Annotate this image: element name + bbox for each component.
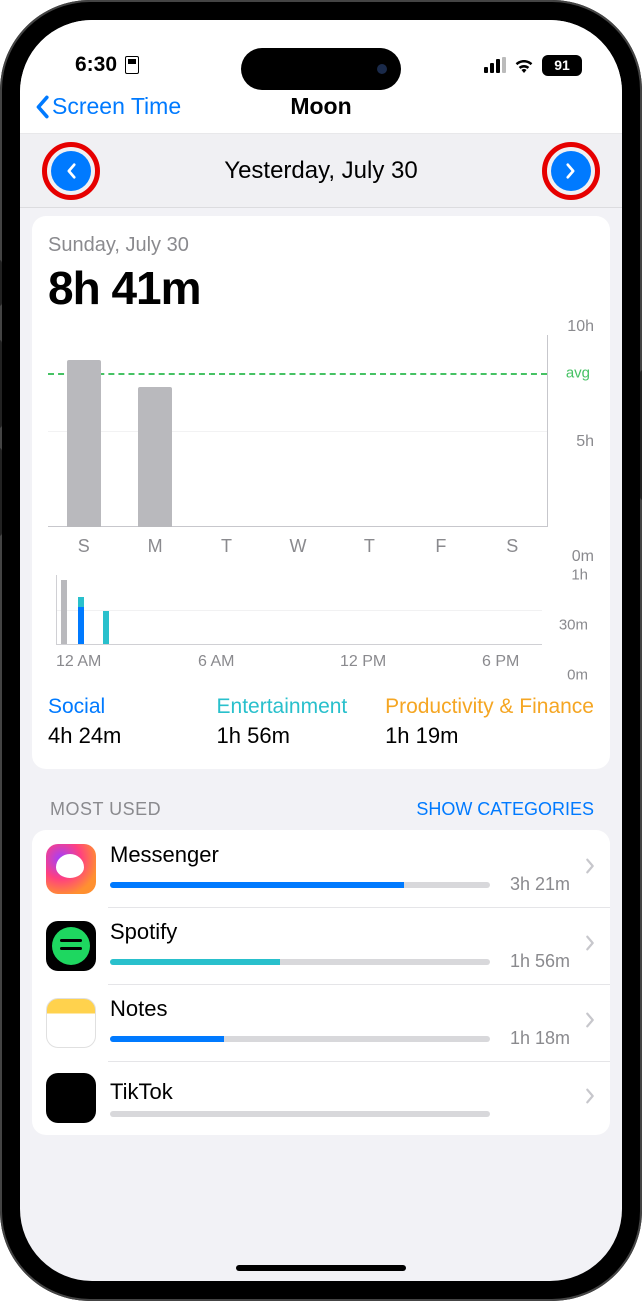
next-day-button[interactable] bbox=[551, 151, 591, 191]
app-icon bbox=[46, 1073, 96, 1123]
app-row[interactable]: Spotify 1h 56m bbox=[32, 907, 610, 984]
battery-indicator: 91 bbox=[542, 55, 582, 76]
silent-switch bbox=[0, 260, 2, 306]
chevron-left-icon bbox=[34, 95, 50, 119]
chevron-right-icon bbox=[584, 1011, 596, 1034]
summary-total: 8h 41m bbox=[48, 261, 594, 315]
week-chart-ytick: 5h bbox=[576, 433, 594, 451]
category-item[interactable]: Entertainment 1h 56m bbox=[217, 695, 366, 749]
app-time: 1h 56m bbox=[506, 951, 570, 972]
app-name: Messenger bbox=[110, 842, 570, 868]
hour-chart-ytick: 30m bbox=[559, 617, 588, 634]
hour-chart-xtick: 6 PM bbox=[482, 653, 542, 671]
week-chart-xtick: T bbox=[191, 536, 262, 557]
summary-card: Sunday, July 30 8h 41m SMTWTFS 10h5h0mav… bbox=[32, 216, 610, 769]
annotation-highlight-prev bbox=[42, 142, 100, 200]
sim-icon bbox=[125, 56, 139, 74]
app-time: 3h 21m bbox=[506, 874, 570, 895]
week-chart-avg-label: avg bbox=[566, 365, 590, 382]
week-chart-xtick: M bbox=[119, 536, 190, 557]
chevron-left-icon bbox=[65, 162, 78, 180]
category-time: 1h 19m bbox=[385, 723, 594, 749]
app-icon bbox=[46, 921, 96, 971]
wifi-icon bbox=[514, 58, 534, 73]
hour-chart-xtick: 12 PM bbox=[340, 653, 400, 671]
category-name: Entertainment bbox=[217, 695, 366, 719]
scroll-content[interactable]: Sunday, July 30 8h 41m SMTWTFS 10h5h0mav… bbox=[20, 208, 622, 1281]
app-time: 1h 18m bbox=[506, 1028, 570, 1049]
category-item[interactable]: Productivity & Finance 1h 19m bbox=[385, 695, 594, 749]
hour-chart-ytick: 1h bbox=[571, 567, 588, 584]
week-usage-chart[interactable]: SMTWTFS 10h5h0mavg bbox=[48, 327, 594, 557]
category-time: 1h 56m bbox=[217, 723, 366, 749]
week-chart-bar[interactable] bbox=[138, 387, 172, 527]
app-name: Notes bbox=[110, 996, 570, 1022]
most-used-label: MOST USED bbox=[50, 799, 161, 820]
chevron-right-icon bbox=[584, 857, 596, 880]
week-chart-xtick: F bbox=[405, 536, 476, 557]
chevron-right-icon bbox=[564, 162, 577, 180]
cellular-signal-icon bbox=[484, 57, 506, 73]
screen: 6:30 91 Screen Time Moon bbox=[20, 20, 622, 1281]
back-button[interactable]: Screen Time bbox=[34, 93, 181, 120]
category-name: Productivity & Finance bbox=[385, 695, 594, 719]
category-name: Social bbox=[48, 695, 197, 719]
battery-percent: 91 bbox=[554, 57, 570, 73]
week-chart-xtick: W bbox=[262, 536, 333, 557]
hourly-usage-chart[interactable]: 12 AM6 AM12 PM6 PM 1h30m0m bbox=[48, 575, 594, 675]
selected-date-label: Yesterday, July 30 bbox=[224, 157, 417, 185]
app-row[interactable]: Messenger 3h 21m bbox=[32, 830, 610, 907]
volume-up-button bbox=[0, 340, 2, 428]
category-time: 4h 24m bbox=[48, 723, 197, 749]
hour-chart-xtick: 6 AM bbox=[198, 653, 258, 671]
week-chart-xtick: S bbox=[48, 536, 119, 557]
app-usage-bar bbox=[110, 1036, 490, 1042]
week-chart-ytick: 0m bbox=[572, 548, 594, 566]
date-selector: Yesterday, July 30 bbox=[20, 134, 622, 208]
volume-down-button bbox=[0, 448, 2, 536]
chevron-right-icon bbox=[584, 1087, 596, 1110]
page-title: Moon bbox=[290, 93, 351, 120]
app-icon bbox=[46, 998, 96, 1048]
hour-chart-ytick: 0m bbox=[567, 667, 588, 684]
prev-day-button[interactable] bbox=[51, 151, 91, 191]
app-row[interactable]: Notes 1h 18m bbox=[32, 984, 610, 1061]
app-icon bbox=[46, 844, 96, 894]
dynamic-island bbox=[241, 48, 401, 90]
annotation-highlight-next bbox=[542, 142, 600, 200]
hour-chart-bar[interactable] bbox=[78, 597, 84, 644]
category-summary: Social 4h 24m Entertainment 1h 56m Productiv… bbox=[48, 695, 594, 749]
app-name: Spotify bbox=[110, 919, 570, 945]
status-time: 6:30 bbox=[75, 53, 117, 77]
show-categories-button[interactable]: SHOW CATEGORIES bbox=[416, 799, 594, 820]
app-row[interactable]: TikTok bbox=[32, 1061, 610, 1135]
most-used-header: MOST USED SHOW CATEGORIES bbox=[20, 789, 622, 830]
week-chart-xtick: S bbox=[477, 536, 548, 557]
chevron-right-icon bbox=[584, 934, 596, 957]
home-indicator[interactable] bbox=[236, 1265, 406, 1271]
app-usage-bar bbox=[110, 1111, 490, 1117]
app-usage-bar bbox=[110, 882, 490, 888]
week-chart-xtick: T bbox=[334, 536, 405, 557]
hour-chart-bar[interactable] bbox=[61, 580, 67, 644]
device-frame: 6:30 91 Screen Time Moon bbox=[0, 0, 642, 1301]
summary-date: Sunday, July 30 bbox=[48, 234, 594, 257]
hour-chart-bar[interactable] bbox=[103, 611, 109, 644]
category-item[interactable]: Social 4h 24m bbox=[48, 695, 197, 749]
most-used-app-list: Messenger 3h 21m Spotify 1h 56m Notes 1h 18m T… bbox=[32, 830, 610, 1135]
hour-chart-xtick: 12 AM bbox=[56, 653, 116, 671]
week-chart-ytick: 10h bbox=[567, 318, 594, 336]
back-label: Screen Time bbox=[52, 93, 181, 120]
app-usage-bar bbox=[110, 959, 490, 965]
week-chart-bar[interactable] bbox=[67, 360, 101, 527]
app-name: TikTok bbox=[110, 1079, 570, 1105]
